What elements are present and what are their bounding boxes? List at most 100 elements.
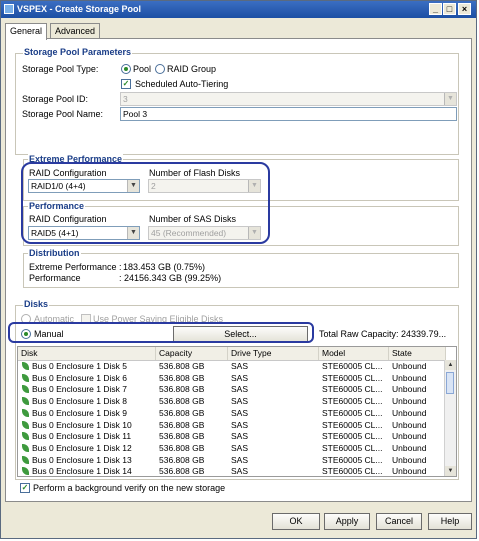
disk-table-scrollbar[interactable]: ▲ ▼ xyxy=(444,360,456,476)
table-cell: STE60005 CL... xyxy=(322,361,383,371)
disk-icon xyxy=(22,455,29,464)
storage-pool-id-value: 3 xyxy=(123,94,128,104)
table-cell: SAS xyxy=(231,454,249,465)
table-row[interactable]: Bus 0 Enclosure 1 Disk 7 536.808 GB SAS STE… xyxy=(18,384,446,396)
background-verify-checkbox[interactable]: ✓ xyxy=(20,483,30,493)
total-raw-capacity: Total Raw Capacity: 24339.79... xyxy=(319,329,447,339)
table-cell: SAS xyxy=(231,372,249,383)
table-cell: Unbound xyxy=(392,454,427,465)
table-cell: Unbound xyxy=(392,396,427,407)
table-cell: SAS xyxy=(231,384,249,395)
storage-pool-name-value: Pool 3 xyxy=(123,109,148,119)
table-cell: SAS xyxy=(231,431,249,442)
table-cell: Bus 0 Enclosure 1 Disk 10 xyxy=(32,419,132,430)
scroll-up-icon[interactable]: ▲ xyxy=(445,360,456,370)
pool-radio[interactable] xyxy=(121,64,131,74)
window-title: VSPEX - Create Storage Pool xyxy=(17,4,142,14)
table-cell: SAS xyxy=(231,361,249,371)
storage-pool-id-select[interactable]: 3 ▼ xyxy=(120,92,457,106)
table-cell: 536.808 GB xyxy=(159,372,205,383)
app-icon xyxy=(4,4,14,14)
table-row[interactable]: Bus 0 Enclosure 1 Disk 14 536.808 GB SAS ST… xyxy=(18,466,446,477)
table-cell: 536.808 GB xyxy=(159,384,205,395)
cancel-button[interactable]: Cancel xyxy=(376,513,422,530)
disk-icon xyxy=(22,420,29,429)
table-cell: STE60005 CL... xyxy=(322,396,383,407)
distribution-title: Distribution xyxy=(28,248,81,258)
table-cell: STE60005 CL... xyxy=(322,384,383,395)
scroll-thumb[interactable] xyxy=(446,372,454,394)
maximize-button[interactable]: □ xyxy=(443,3,456,15)
table-cell: STE60005 CL... xyxy=(322,442,383,453)
storage-pool-name-label: Storage Pool Name: xyxy=(22,109,104,119)
table-cell: 536.808 GB xyxy=(159,454,205,465)
apply-button[interactable]: Apply xyxy=(324,513,370,530)
table-cell: Bus 0 Enclosure 1 Disk 7 xyxy=(32,384,127,395)
scroll-down-icon[interactable]: ▼ xyxy=(445,466,456,476)
table-cell: Bus 0 Enclosure 1 Disk 9 xyxy=(32,407,127,418)
disk-icon xyxy=(22,397,29,406)
pool-radio-label[interactable]: Pool xyxy=(133,64,151,74)
column-header-model[interactable]: Model xyxy=(319,347,389,360)
table-cell: STE60005 CL... xyxy=(322,454,383,465)
table-cell: Bus 0 Enclosure 1 Disk 12 xyxy=(32,442,132,453)
table-cell: 536.808 GB xyxy=(159,361,205,371)
scheduled-auto-tiering-label: Scheduled Auto-Tiering xyxy=(135,79,229,89)
table-row[interactable]: Bus 0 Enclosure 1 Disk 8 536.808 GB SAS STE… xyxy=(18,396,446,408)
table-row[interactable]: Bus 0 Enclosure 1 Disk 6 536.808 GB SAS STE… xyxy=(18,373,446,385)
raid-group-radio[interactable] xyxy=(155,64,165,74)
raid-group-radio-label[interactable]: RAID Group xyxy=(167,64,216,74)
column-header-state[interactable]: State xyxy=(389,347,446,360)
title-bar[interactable]: VSPEX - Create Storage Pool _ □ × xyxy=(1,1,476,18)
manual-highlight-outline xyxy=(8,322,314,343)
table-cell: STE60005 CL... xyxy=(322,466,383,477)
table-row[interactable]: Bus 0 Enclosure 1 Disk 9 536.808 GB SAS STE… xyxy=(18,408,446,420)
disk-icon xyxy=(22,467,29,476)
help-button[interactable]: Help xyxy=(428,513,472,530)
minimize-button[interactable]: _ xyxy=(429,3,442,15)
tab-general[interactable]: General xyxy=(5,23,48,40)
table-cell: Bus 0 Enclosure 1 Disk 6 xyxy=(32,372,127,383)
disk-icon xyxy=(22,432,29,441)
tab-advanced[interactable]: Advanced xyxy=(50,23,101,39)
table-cell: SAS xyxy=(231,407,249,418)
column-header-drive-type[interactable]: Drive Type xyxy=(228,347,319,360)
close-button[interactable]: × xyxy=(458,3,471,15)
performance-distribution-label: Performance xyxy=(29,273,81,283)
disk-table: Disk Capacity Drive Type Model State Bus… xyxy=(17,346,457,477)
table-cell: Bus 0 Enclosure 1 Disk 11 xyxy=(32,431,132,442)
table-cell: 536.808 GB xyxy=(159,442,205,453)
storage-pool-parameters-title: Storage Pool Parameters xyxy=(23,47,133,57)
column-header-capacity[interactable]: Capacity xyxy=(156,347,228,360)
disk-icon xyxy=(22,362,29,370)
storage-pool-type-label: Storage Pool Type: xyxy=(22,64,99,74)
table-cell: SAS xyxy=(231,396,249,407)
background-verify-label: Perform a background verify on the new s… xyxy=(33,483,226,493)
table-cell: Bus 0 Enclosure 1 Disk 14 xyxy=(32,466,132,477)
table-cell: Unbound xyxy=(392,419,427,430)
storage-pool-id-label: Storage Pool ID: xyxy=(22,94,89,104)
disk-icon xyxy=(22,408,29,417)
table-cell: STE60005 CL... xyxy=(322,431,383,442)
table-cell: 536.808 GB xyxy=(159,431,205,442)
table-cell: STE60005 CL... xyxy=(322,419,383,430)
ok-button[interactable]: OK xyxy=(272,513,320,530)
table-cell: 536.808 GB xyxy=(159,466,205,477)
table-row[interactable]: Bus 0 Enclosure 1 Disk 10 536.808 GB SAS ST… xyxy=(18,420,446,432)
scheduled-auto-tiering-checkbox[interactable]: ✓ xyxy=(121,79,131,89)
table-cell: Bus 0 Enclosure 1 Disk 5 xyxy=(32,361,127,371)
table-cell: Unbound xyxy=(392,372,427,383)
table-cell: 536.808 GB xyxy=(159,419,205,430)
table-row[interactable]: Bus 0 Enclosure 1 Disk 11 536.808 GB SAS ST… xyxy=(18,431,446,443)
storage-pool-name-input[interactable]: Pool 3 xyxy=(120,107,457,121)
table-cell: SAS xyxy=(231,442,249,453)
table-cell: Unbound xyxy=(392,466,427,477)
column-header-disk[interactable]: Disk xyxy=(18,347,156,360)
table-row[interactable]: Bus 0 Enclosure 1 Disk 12 536.808 GB SAS ST… xyxy=(18,443,446,455)
disk-icon xyxy=(22,443,29,452)
table-row[interactable]: Bus 0 Enclosure 1 Disk 5 536.808 GB SAS STE… xyxy=(18,361,446,373)
table-cell: Unbound xyxy=(392,361,427,371)
table-cell: Unbound xyxy=(392,384,427,395)
extreme-performance-distribution-label: Extreme Performance : xyxy=(29,262,122,272)
table-row[interactable]: Bus 0 Enclosure 1 Disk 13 536.808 GB SAS ST… xyxy=(18,455,446,467)
